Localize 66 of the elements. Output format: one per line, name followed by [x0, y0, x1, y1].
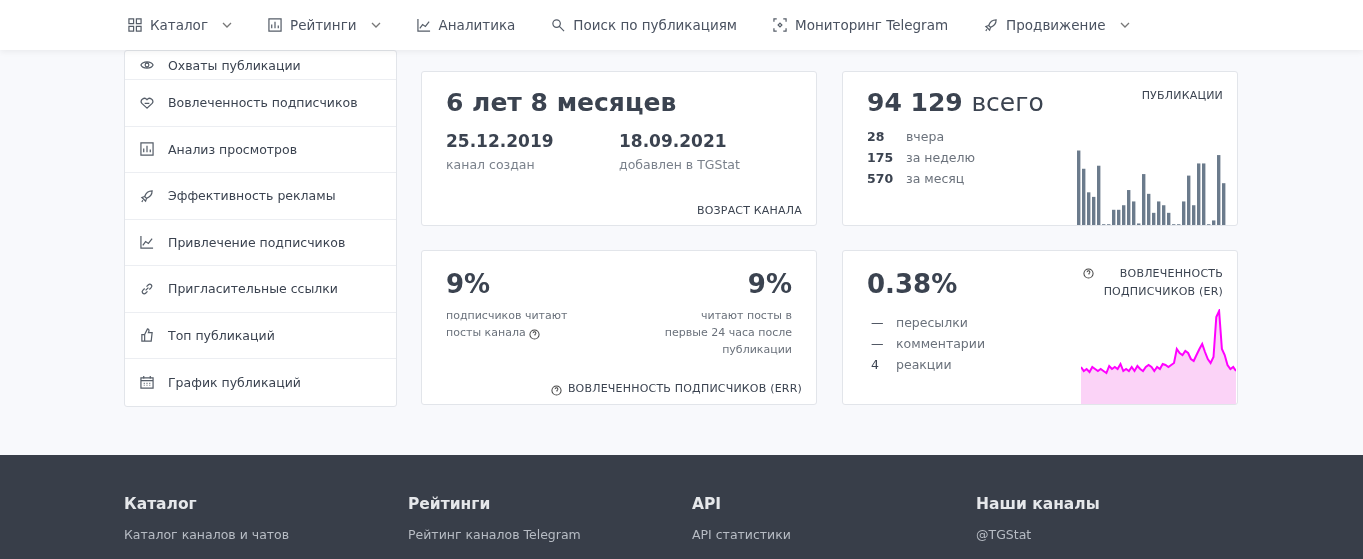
date-value: 25.12.2019 [446, 131, 555, 151]
scan-icon [773, 18, 788, 32]
sidebar-item[interactable]: Топ публикаций [125, 312, 396, 359]
rocket-icon [140, 188, 154, 203]
er-value: 0.38% [867, 269, 958, 299]
thumb-icon [140, 328, 154, 343]
footer-link[interactable]: @TGStat [976, 527, 1260, 542]
sidebar-item[interactable]: Анализ просмотров [125, 126, 396, 173]
nav-link[interactable]: Каталог [128, 17, 232, 33]
stat-label: за месяц [906, 171, 965, 186]
nav-link[interactable]: Поиск по публикациям [551, 17, 738, 33]
footer-link[interactable]: API статистики [692, 527, 976, 542]
date-value: 18.09.2021 [619, 131, 728, 151]
date-label: добавлен в TGStat [619, 157, 741, 172]
stat-label: вчера [906, 129, 945, 144]
sidebar-item[interactable]: Вовлеченность подписчиков [125, 80, 396, 127]
stat-value: 4 [870, 357, 880, 372]
nav-link[interactable]: Мониторинг Telegram [773, 17, 949, 33]
err-value: 9% [446, 269, 491, 299]
sidebar-item[interactable]: Привлечение подписчиков [125, 219, 396, 266]
stat-label: реакции [896, 357, 952, 372]
sidebar-item[interactable]: Охваты публикации [125, 51, 396, 80]
err-24h-description: читают посты в первые 24 часа после публикации [663, 308, 792, 358]
help-icon[interactable] [1083, 268, 1094, 279]
date-label: канал создан [446, 157, 536, 172]
nav-link[interactable]: Продвижение [984, 17, 1130, 33]
stat-value: 175 [867, 150, 895, 165]
heart-icon [140, 95, 154, 110]
nav-link[interactable]: Аналитика [416, 17, 516, 33]
footer-heading: Каталог [124, 495, 198, 513]
stat-label: пересылки [896, 315, 968, 330]
channel-age-value: 6 лет 8 месяцев [446, 88, 677, 117]
nav-link[interactable]: Рейтинги [268, 17, 381, 33]
card-caption: ВОЗРАСТ КАНАЛА [696, 204, 802, 217]
rocket-icon [984, 18, 999, 32]
eye-icon [140, 58, 154, 72]
sidebar-item[interactable]: Пригласительные ссылки [125, 266, 396, 313]
stat-value: 28 [867, 129, 886, 144]
err-24h-value: 9% [747, 269, 792, 299]
sidebar-item[interactable]: График публикаций [125, 359, 396, 406]
bars-icon [140, 142, 154, 157]
calendar-icon [140, 375, 154, 390]
search-icon [551, 18, 566, 32]
footer-heading: API [692, 495, 723, 513]
footer-heading: Наши каналы [976, 495, 1101, 513]
line-icon [140, 235, 154, 250]
stat-label: за неделю [906, 150, 975, 165]
err-description: подписчиков читают посты канала [446, 308, 569, 341]
help-icon[interactable] [529, 329, 541, 340]
footer-heading: Рейтинги [408, 495, 492, 513]
card-caption: ВОВЛЕЧЕННОСТЬ ПОДПИСЧИКОВ (ERR) [567, 382, 802, 395]
sidebar-item[interactable]: Эффективность рекламы [125, 173, 396, 220]
stat-value: — [870, 336, 885, 351]
stat-value: — [870, 315, 885, 330]
publications-total: 94 129 всего [867, 88, 1044, 117]
footer-link[interactable]: Каталог каналов и чатов [124, 527, 408, 542]
card-caption: ВОВЛЕЧЕННОСТЬ ПОДПИСЧИКОВ (ER) [1102, 266, 1223, 300]
stat-label: комментарии [896, 336, 986, 351]
stat-value: 570 [867, 171, 895, 186]
line-icon [416, 18, 431, 32]
help-icon[interactable] [550, 385, 562, 396]
grid-icon [128, 18, 142, 32]
card-caption: ПУБЛИКАЦИИ [1141, 89, 1223, 102]
link-icon [140, 281, 154, 296]
bars-icon [268, 18, 282, 32]
footer-link[interactable]: Рейтинг каналов Telegram [408, 527, 692, 542]
